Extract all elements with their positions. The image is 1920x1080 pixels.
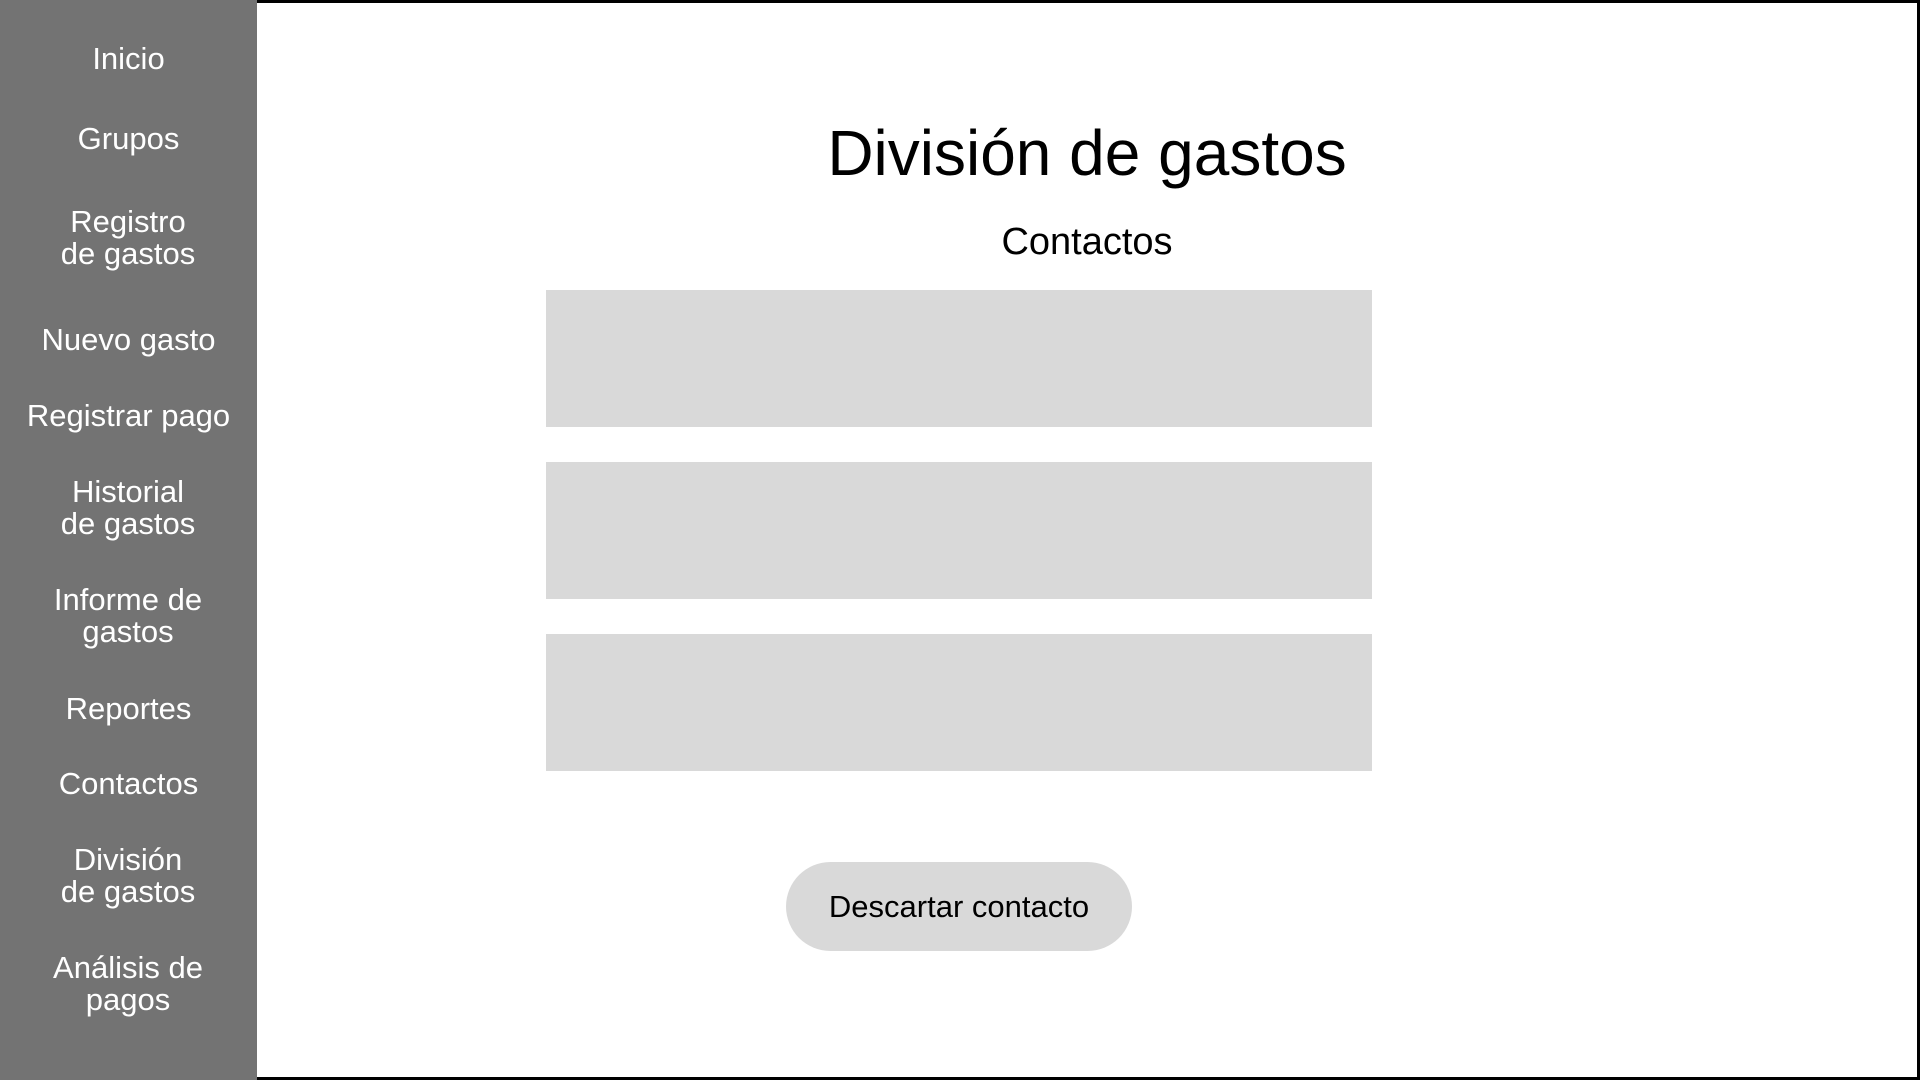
sidebar-item-division-de-gastos[interactable]: División de gastos xyxy=(53,844,203,908)
sidebar-item-historial-de-gastos[interactable]: Historial de gastos xyxy=(53,476,203,540)
app-window: Inicio Grupos Registro de gastos Nuevo g… xyxy=(0,0,1920,1080)
sidebar-item-analisis-de-pagos[interactable]: Análisis de pagos xyxy=(53,952,203,1016)
sidebar-item-grupos[interactable]: Grupos xyxy=(0,120,257,158)
contact-card[interactable] xyxy=(546,634,1372,771)
contact-card[interactable] xyxy=(546,290,1372,427)
main-content: División de gastos Contactos Descartar c… xyxy=(257,0,1920,1080)
sidebar-item-reportes[interactable]: Reportes xyxy=(0,690,257,728)
contact-card[interactable] xyxy=(546,462,1372,599)
section-title: Contactos xyxy=(1001,221,1173,263)
sidebar-item-registro-de-gastos[interactable]: Registro de gastos xyxy=(53,206,203,270)
sidebar-item-registrar-pago[interactable]: Registrar pago xyxy=(0,397,257,435)
discard-contact-button[interactable]: Descartar contacto xyxy=(786,862,1132,951)
sidebar-item-contactos[interactable]: Contactos xyxy=(0,765,257,803)
page-title: División de gastos xyxy=(827,117,1347,189)
sidebar-item-informe-de-gastos[interactable]: Informe de gastos xyxy=(53,584,203,648)
sidebar-item-nuevo-gasto[interactable]: Nuevo gasto xyxy=(0,321,257,359)
sidebar-item-inicio[interactable]: Inicio xyxy=(0,40,257,78)
sidebar: Inicio Grupos Registro de gastos Nuevo g… xyxy=(0,0,257,1080)
